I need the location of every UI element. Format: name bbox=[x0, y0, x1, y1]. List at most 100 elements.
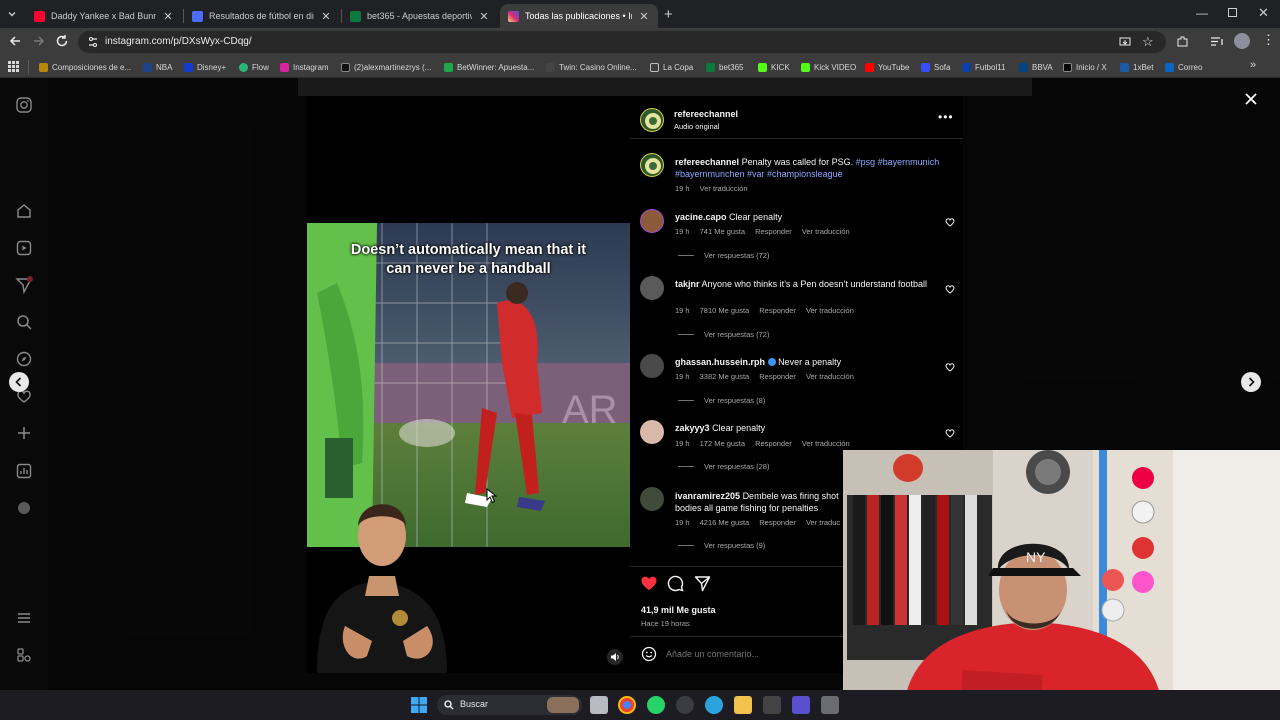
media-control-icon[interactable] bbox=[1210, 35, 1224, 48]
tab-youtube[interactable]: Daddy Yankee x Bad Bunny - X ✕ bbox=[26, 4, 182, 28]
comment-username[interactable]: zakyyy3 bbox=[675, 423, 710, 433]
comment-likes[interactable]: 172 Me gusta bbox=[700, 439, 745, 448]
bookmark-star-icon[interactable]: ☆ bbox=[1142, 34, 1154, 50]
instagram-logo-icon[interactable] bbox=[15, 96, 33, 114]
bookmark-betwinner[interactable]: BetWinner: Apuesta... bbox=[444, 60, 534, 74]
bookmark-disney[interactable]: Disney+ bbox=[184, 60, 226, 74]
caption-username[interactable]: refereechannel bbox=[675, 157, 739, 167]
comment-likes[interactable]: 4216 Me gusta bbox=[700, 518, 750, 527]
bookmark-correo[interactable]: Correo bbox=[1165, 60, 1202, 74]
reply-link[interactable]: Responder bbox=[759, 306, 796, 315]
mute-toggle[interactable] bbox=[607, 649, 623, 665]
more-menu-icon[interactable] bbox=[15, 609, 33, 627]
create-icon[interactable] bbox=[15, 424, 33, 442]
bookmark-nba[interactable]: NBA bbox=[143, 60, 172, 74]
taskbar-search[interactable]: Buscar bbox=[437, 695, 582, 715]
reload-icon[interactable] bbox=[55, 34, 69, 48]
liked-heart-icon[interactable] bbox=[640, 575, 658, 591]
reply-link[interactable]: Responder bbox=[759, 372, 796, 381]
translate-link[interactable]: Ver traducción bbox=[806, 306, 854, 315]
reels-icon[interactable] bbox=[15, 239, 33, 257]
comment-username[interactable]: ghassan.hussein.rph bbox=[675, 357, 765, 367]
comment-avatar[interactable] bbox=[640, 354, 664, 378]
post-video[interactable]: AR Doesn’t automatically mean that it ca… bbox=[307, 96, 630, 673]
bookmark-twin[interactable]: Twin: Casino Online... bbox=[546, 60, 637, 74]
view-replies-link[interactable]: Ver respuestas (28) bbox=[678, 462, 769, 471]
more-options-icon[interactable]: ••• bbox=[938, 110, 954, 124]
caption-translate-link[interactable]: Ver traducción bbox=[700, 184, 748, 193]
chrome-taskbar-icon[interactable] bbox=[618, 696, 636, 714]
caption-hashtags-2[interactable]: #bayernmunchen #var #championsleague bbox=[675, 169, 843, 179]
forward-icon[interactable] bbox=[32, 34, 46, 48]
comment-avatar[interactable] bbox=[640, 276, 664, 300]
tab-instagram[interactable]: Todas las publicaciones • Instag ✕ bbox=[500, 4, 658, 28]
view-replies-link[interactable]: Ver respuestas (9) bbox=[678, 541, 765, 550]
telegram-icon[interactable] bbox=[705, 696, 723, 714]
profile-avatar[interactable] bbox=[1234, 33, 1250, 49]
translate-link[interactable]: Ver traducción bbox=[806, 372, 854, 381]
bookmark-sofa[interactable]: Sofa bbox=[921, 60, 950, 74]
comment-username[interactable]: takjnr bbox=[675, 279, 700, 289]
translate-link[interactable]: Ver traduc bbox=[806, 518, 840, 527]
author-avatar[interactable] bbox=[640, 108, 664, 132]
also-from-meta-icon[interactable] bbox=[15, 646, 33, 664]
more-bookmarks-icon[interactable]: » bbox=[1250, 59, 1256, 71]
install-app-icon[interactable] bbox=[1119, 36, 1131, 48]
calculator-icon[interactable] bbox=[821, 696, 839, 714]
bookmark-futbol11[interactable]: Futbol11 bbox=[962, 60, 1006, 74]
reply-link[interactable]: Responder bbox=[759, 518, 796, 527]
dashboard-icon[interactable] bbox=[15, 462, 33, 480]
maximize-icon[interactable] bbox=[1228, 8, 1237, 17]
like-comment-heart-icon[interactable] bbox=[945, 362, 955, 372]
author-username[interactable]: refereechannel bbox=[674, 109, 738, 119]
comment-avatar[interactable] bbox=[640, 487, 664, 511]
chrome-menu-icon[interactable]: ⋮ bbox=[1262, 33, 1275, 47]
apps-grid-icon[interactable] bbox=[8, 61, 19, 72]
comment-icon[interactable] bbox=[667, 575, 684, 592]
bookmark-x[interactable]: Inicio / X bbox=[1063, 60, 1107, 74]
bookmark-kick[interactable]: KICK bbox=[758, 60, 790, 74]
extensions-icon[interactable] bbox=[1176, 35, 1189, 48]
close-modal-icon[interactable] bbox=[1244, 92, 1258, 106]
direct-messages-icon[interactable] bbox=[15, 276, 33, 294]
close-tab-icon[interactable]: ✕ bbox=[162, 10, 174, 23]
bookmark-youtube[interactable]: YouTube bbox=[865, 60, 909, 74]
explore-icon[interactable] bbox=[15, 350, 33, 368]
obs-icon[interactable] bbox=[676, 696, 694, 714]
share-icon[interactable] bbox=[694, 575, 711, 592]
bookmark-kick-video[interactable]: Kick VIDEO bbox=[801, 60, 856, 74]
previous-post-button[interactable] bbox=[9, 372, 29, 392]
comment-likes[interactable]: 3382 Me gusta bbox=[700, 372, 750, 381]
bookmark-bbva[interactable]: BBVA bbox=[1019, 60, 1053, 74]
reply-link[interactable]: Responder bbox=[755, 439, 792, 448]
audio-label[interactable]: Audio original bbox=[674, 122, 719, 131]
comment-avatar[interactable] bbox=[640, 209, 664, 233]
search-icon[interactable] bbox=[15, 313, 33, 331]
file-explorer-icon[interactable] bbox=[734, 696, 752, 714]
comment-likes[interactable]: 7810 Me gusta bbox=[700, 306, 750, 315]
bookmark-1xbet[interactable]: 1xBet bbox=[1120, 60, 1153, 74]
close-window-icon[interactable]: ✕ bbox=[1258, 5, 1269, 21]
bookmark-composiciones[interactable]: Composiciones de e... bbox=[39, 60, 131, 74]
like-comment-heart-icon[interactable] bbox=[945, 428, 955, 438]
like-comment-heart-icon[interactable] bbox=[945, 284, 955, 294]
minimize-icon[interactable]: — bbox=[1196, 6, 1208, 20]
bookmark-bet365[interactable]: bet365 bbox=[706, 60, 743, 74]
tab-search-icon[interactable] bbox=[6, 8, 18, 20]
comment-username[interactable]: ivanramirez205 bbox=[675, 491, 740, 501]
next-post-button[interactable] bbox=[1241, 372, 1261, 392]
translate-link[interactable]: Ver traducción bbox=[802, 227, 850, 236]
bookmark-instagram[interactable]: Instagram bbox=[280, 60, 329, 74]
emoji-icon[interactable] bbox=[641, 646, 657, 662]
translate-link[interactable]: Ver traducción bbox=[802, 439, 850, 448]
view-replies-link[interactable]: Ver respuestas (72) bbox=[678, 330, 769, 339]
new-tab-icon[interactable]: + bbox=[664, 6, 673, 23]
bookmark-flow[interactable]: Flow bbox=[239, 60, 269, 74]
comment-input[interactable] bbox=[666, 646, 866, 662]
site-info-icon[interactable] bbox=[87, 36, 99, 48]
caption-avatar[interactable] bbox=[640, 153, 664, 177]
bookmark-tiktok[interactable]: (2)alexmartinezrys (... bbox=[341, 60, 431, 74]
tab-resultados[interactable]: Resultados de fútbol en directo ✕ bbox=[184, 4, 340, 28]
profile-icon[interactable] bbox=[15, 499, 33, 517]
close-tab-icon[interactable]: ✕ bbox=[638, 10, 650, 23]
